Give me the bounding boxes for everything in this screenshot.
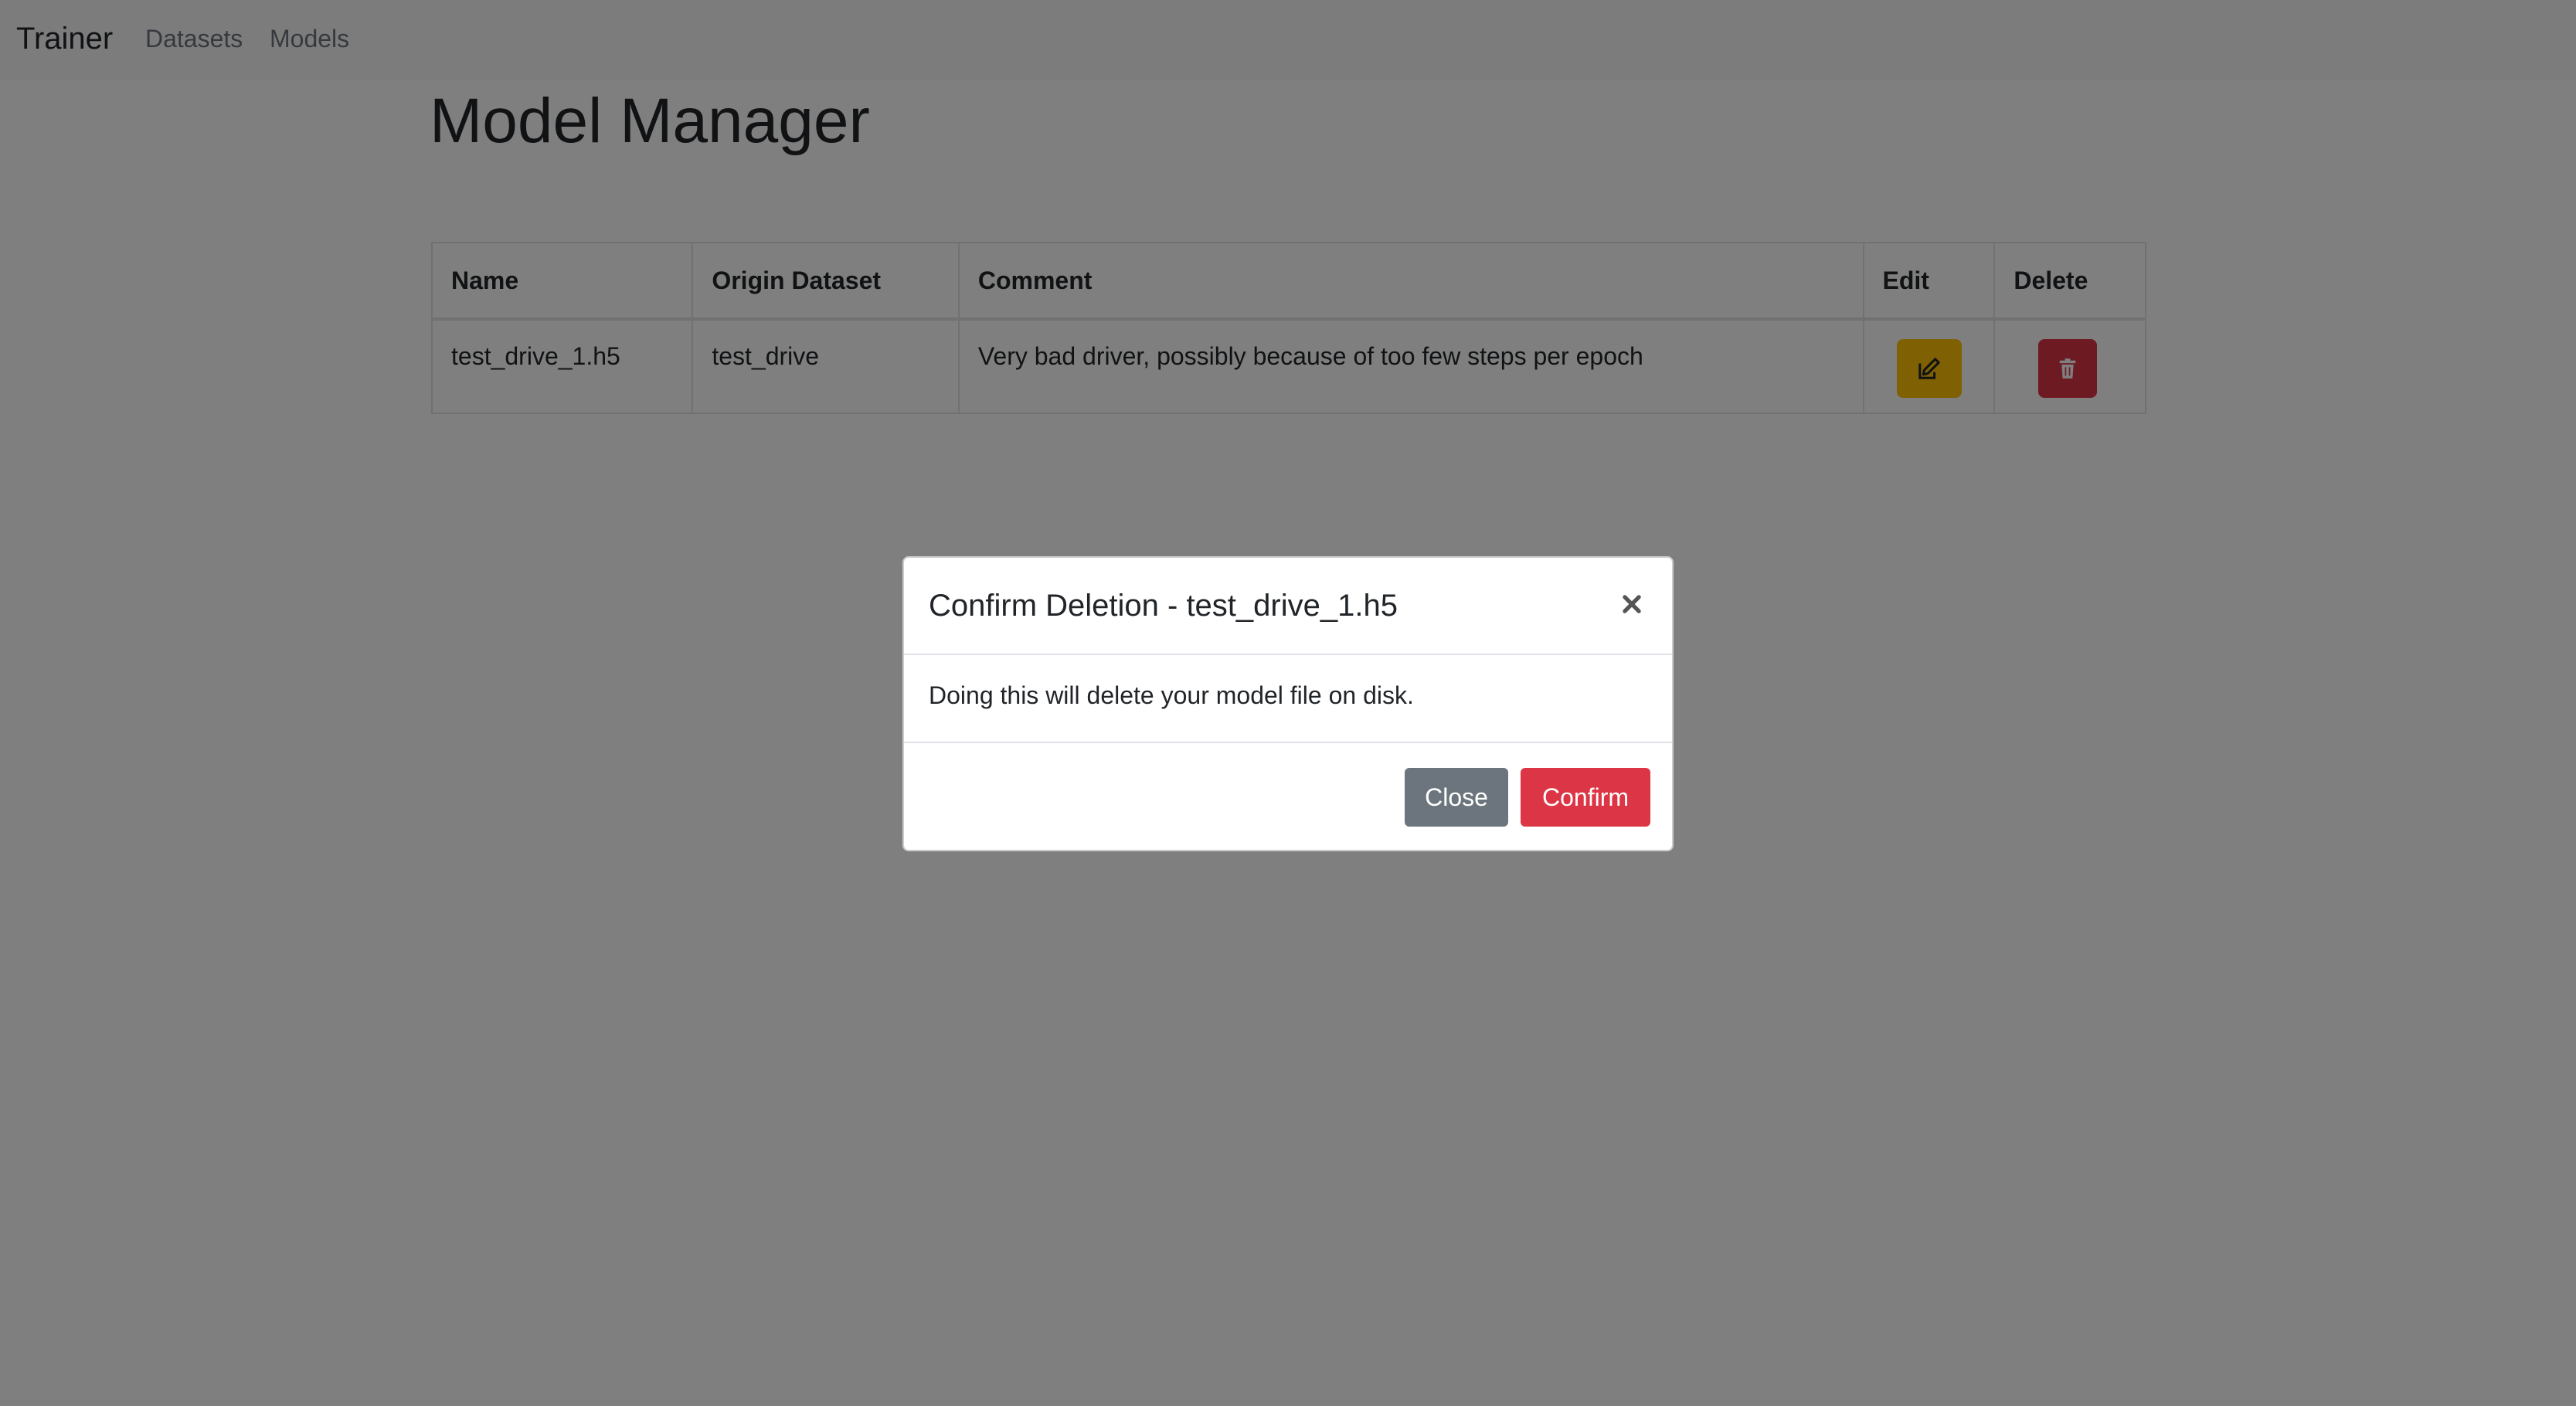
- modal-close-button[interactable]: [1615, 586, 1649, 623]
- close-icon: [1623, 595, 1641, 613]
- close-button[interactable]: Close: [1405, 768, 1508, 827]
- modal-footer: Close Confirm: [904, 743, 1672, 850]
- modal-body: Doing this will delete your model file o…: [904, 655, 1672, 743]
- modal-message: Doing this will delete your model file o…: [929, 681, 1414, 709]
- confirm-button[interactable]: Confirm: [1521, 768, 1650, 827]
- confirm-delete-modal: Confirm Deletion - test_drive_1.h5 Doing…: [902, 556, 1674, 851]
- page: Trainer Datasets Models Model Manager Na…: [0, 0, 2576, 1406]
- modal-header: Confirm Deletion - test_drive_1.h5: [904, 558, 1672, 655]
- modal-title: Confirm Deletion - test_drive_1.h5: [929, 589, 1398, 623]
